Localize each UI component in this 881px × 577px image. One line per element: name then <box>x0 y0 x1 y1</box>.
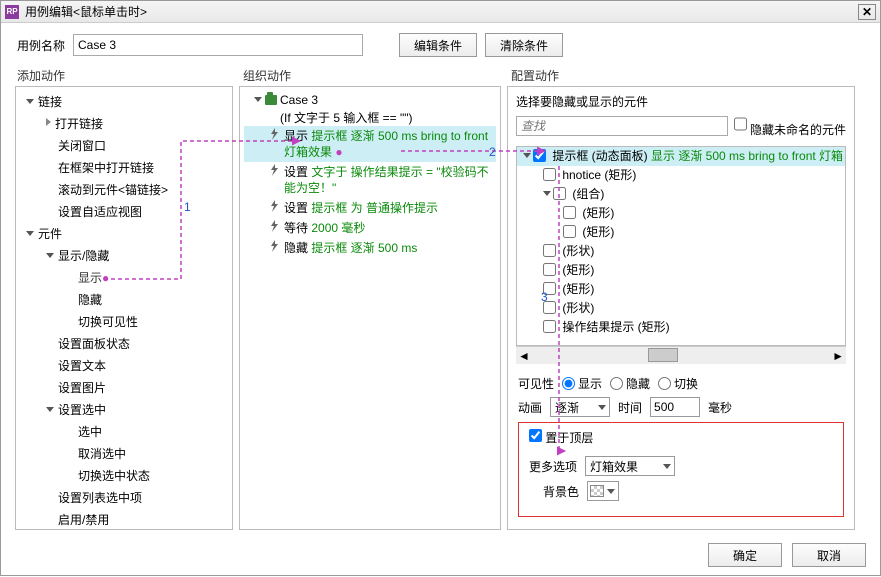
visibility-hide-radio[interactable]: 隐藏 <box>610 375 650 392</box>
lightning-icon <box>270 220 280 232</box>
animation-label: 动画 <box>518 399 542 416</box>
tree-item[interactable]: 设置图片 <box>16 377 232 399</box>
bg-color-label: 背景色 <box>543 483 579 500</box>
tree-item[interactable]: 切换选中状态 <box>16 465 232 487</box>
tree-item[interactable]: 在框架中打开链接 <box>16 157 232 179</box>
chevron-down-icon <box>46 253 54 258</box>
hide-unnamed-checkbox[interactable]: 隐藏未命名的元件 <box>734 114 846 138</box>
action-tree-panel: 链接打开链接关闭窗口在框架中打开链接滚动到元件<锚链接>设置自适应视图元件显示/… <box>15 86 233 530</box>
animation-select[interactable]: 逐渐 <box>550 397 610 417</box>
tree-item[interactable]: 滚动到元件<锚链接> <box>16 179 232 201</box>
chevron-down-icon <box>46 407 54 412</box>
chevron-down-icon <box>26 231 34 236</box>
tree-item[interactable]: 设置面板状态 <box>16 333 232 355</box>
action-item[interactable]: 设置 文字于 操作结果提示 = "校验码不能为空！" <box>244 162 496 198</box>
chevron-down-icon <box>26 99 34 104</box>
case-label[interactable]: Case 3 <box>280 93 318 107</box>
bring-to-front-checkbox[interactable]: 置于顶层 <box>529 431 593 445</box>
search-input[interactable] <box>516 116 728 136</box>
cancel-button[interactable]: 取消 <box>792 543 866 567</box>
element-list[interactable]: 提示框 (动态面板) 显示 逐渐 500 ms bring to front 灯… <box>516 146 846 346</box>
ms-label: 毫秒 <box>708 399 732 416</box>
visibility-toggle-radio[interactable]: 切换 <box>658 375 698 392</box>
tree-item[interactable]: 启用/禁用 <box>16 509 232 530</box>
configure-action-panel: 选择要隐藏或显示的元件 隐藏未命名的元件 提示框 (动态面板) 显示 逐渐 50… <box>507 86 855 530</box>
more-options-label: 更多选项 <box>529 458 577 475</box>
tree-item[interactable]: 链接 <box>16 91 232 113</box>
tree-item[interactable]: 设置选中 <box>16 399 232 421</box>
add-action-header: 添加动作 <box>17 67 243 84</box>
lightning-icon <box>270 240 280 252</box>
edit-condition-button[interactable]: 编辑条件 <box>399 33 477 57</box>
org-action-header: 组织动作 <box>243 67 511 84</box>
case-folder-icon <box>265 95 277 105</box>
time-label: 时间 <box>618 399 642 416</box>
tree-item[interactable]: 设置自适应视图 <box>16 201 232 223</box>
element-item[interactable]: (矩形) <box>517 204 845 223</box>
element-item[interactable]: (矩形) <box>517 223 845 242</box>
tree-item[interactable]: 设置列表选中项 <box>16 487 232 509</box>
select-elements-label: 选择要隐藏或显示的元件 <box>516 93 846 110</box>
window-title: 用例编辑<鼠标单击时> <box>25 3 147 20</box>
case-condition: (If 文字于 5 输入框 == "") <box>244 109 496 126</box>
element-item[interactable]: hnotice (矩形) <box>517 166 845 185</box>
tree-item[interactable]: 元件 <box>16 223 232 245</box>
tree-item[interactable]: 关闭窗口 <box>16 135 232 157</box>
tree-item[interactable]: 显示● <box>16 267 232 289</box>
element-item[interactable]: (形状) <box>517 242 845 261</box>
clear-condition-button[interactable]: 清除条件 <box>485 33 563 57</box>
action-item[interactable]: 隐藏 提示框 逐渐 500 ms <box>244 238 496 258</box>
lightning-icon <box>270 128 280 140</box>
cfg-action-header: 配置动作 <box>511 67 559 84</box>
action-item[interactable]: 等待 2000 毫秒 <box>244 218 496 238</box>
tree-item[interactable]: 切换可见性 <box>16 311 232 333</box>
case-name-label: 用例名称 <box>17 37 65 54</box>
element-item[interactable]: (矩形) <box>517 280 845 299</box>
tree-item[interactable]: 选中 <box>16 421 232 443</box>
lightning-icon <box>270 164 280 176</box>
tree-item[interactable]: 设置文本 <box>16 355 232 377</box>
ok-button[interactable]: 确定 <box>708 543 782 567</box>
lightning-icon <box>270 200 280 212</box>
bg-color-picker[interactable] <box>587 481 619 501</box>
visibility-show-radio[interactable]: 显示 <box>562 375 602 392</box>
element-item[interactable]: (形状) <box>517 299 845 318</box>
chevron-right-icon <box>46 118 51 126</box>
app-icon: RP <box>5 5 19 19</box>
horizontal-scrollbar[interactable]: ◄► <box>516 346 846 364</box>
element-item[interactable]: 提示框 (动态面板) 显示 逐渐 500 ms bring to front 灯… <box>517 147 845 166</box>
element-item[interactable]: (组合) <box>517 185 845 204</box>
action-item[interactable]: 设置 提示框 为 普通操作提示 <box>244 198 496 218</box>
element-item[interactable]: 操作结果提示 (矩形) <box>517 318 845 337</box>
visibility-label: 可见性 <box>518 375 554 392</box>
action-item[interactable]: 显示 提示框 逐渐 500 ms bring to front 灯箱效果 ● <box>244 126 496 162</box>
tree-item[interactable]: 取消选中 <box>16 443 232 465</box>
more-options-select[interactable]: 灯箱效果 <box>585 456 675 476</box>
tree-item[interactable]: 显示/隐藏 <box>16 245 232 267</box>
case-name-input[interactable] <box>73 34 363 56</box>
element-item[interactable]: (矩形) <box>517 261 845 280</box>
tree-item[interactable]: 隐藏 <box>16 289 232 311</box>
organize-actions-panel: Case 3 (If 文字于 5 输入框 == "") 显示 提示框 逐渐 50… <box>239 86 501 530</box>
tree-item[interactable]: 打开链接 <box>16 113 232 135</box>
time-input[interactable] <box>650 397 700 417</box>
close-button[interactable]: ✕ <box>858 4 876 20</box>
